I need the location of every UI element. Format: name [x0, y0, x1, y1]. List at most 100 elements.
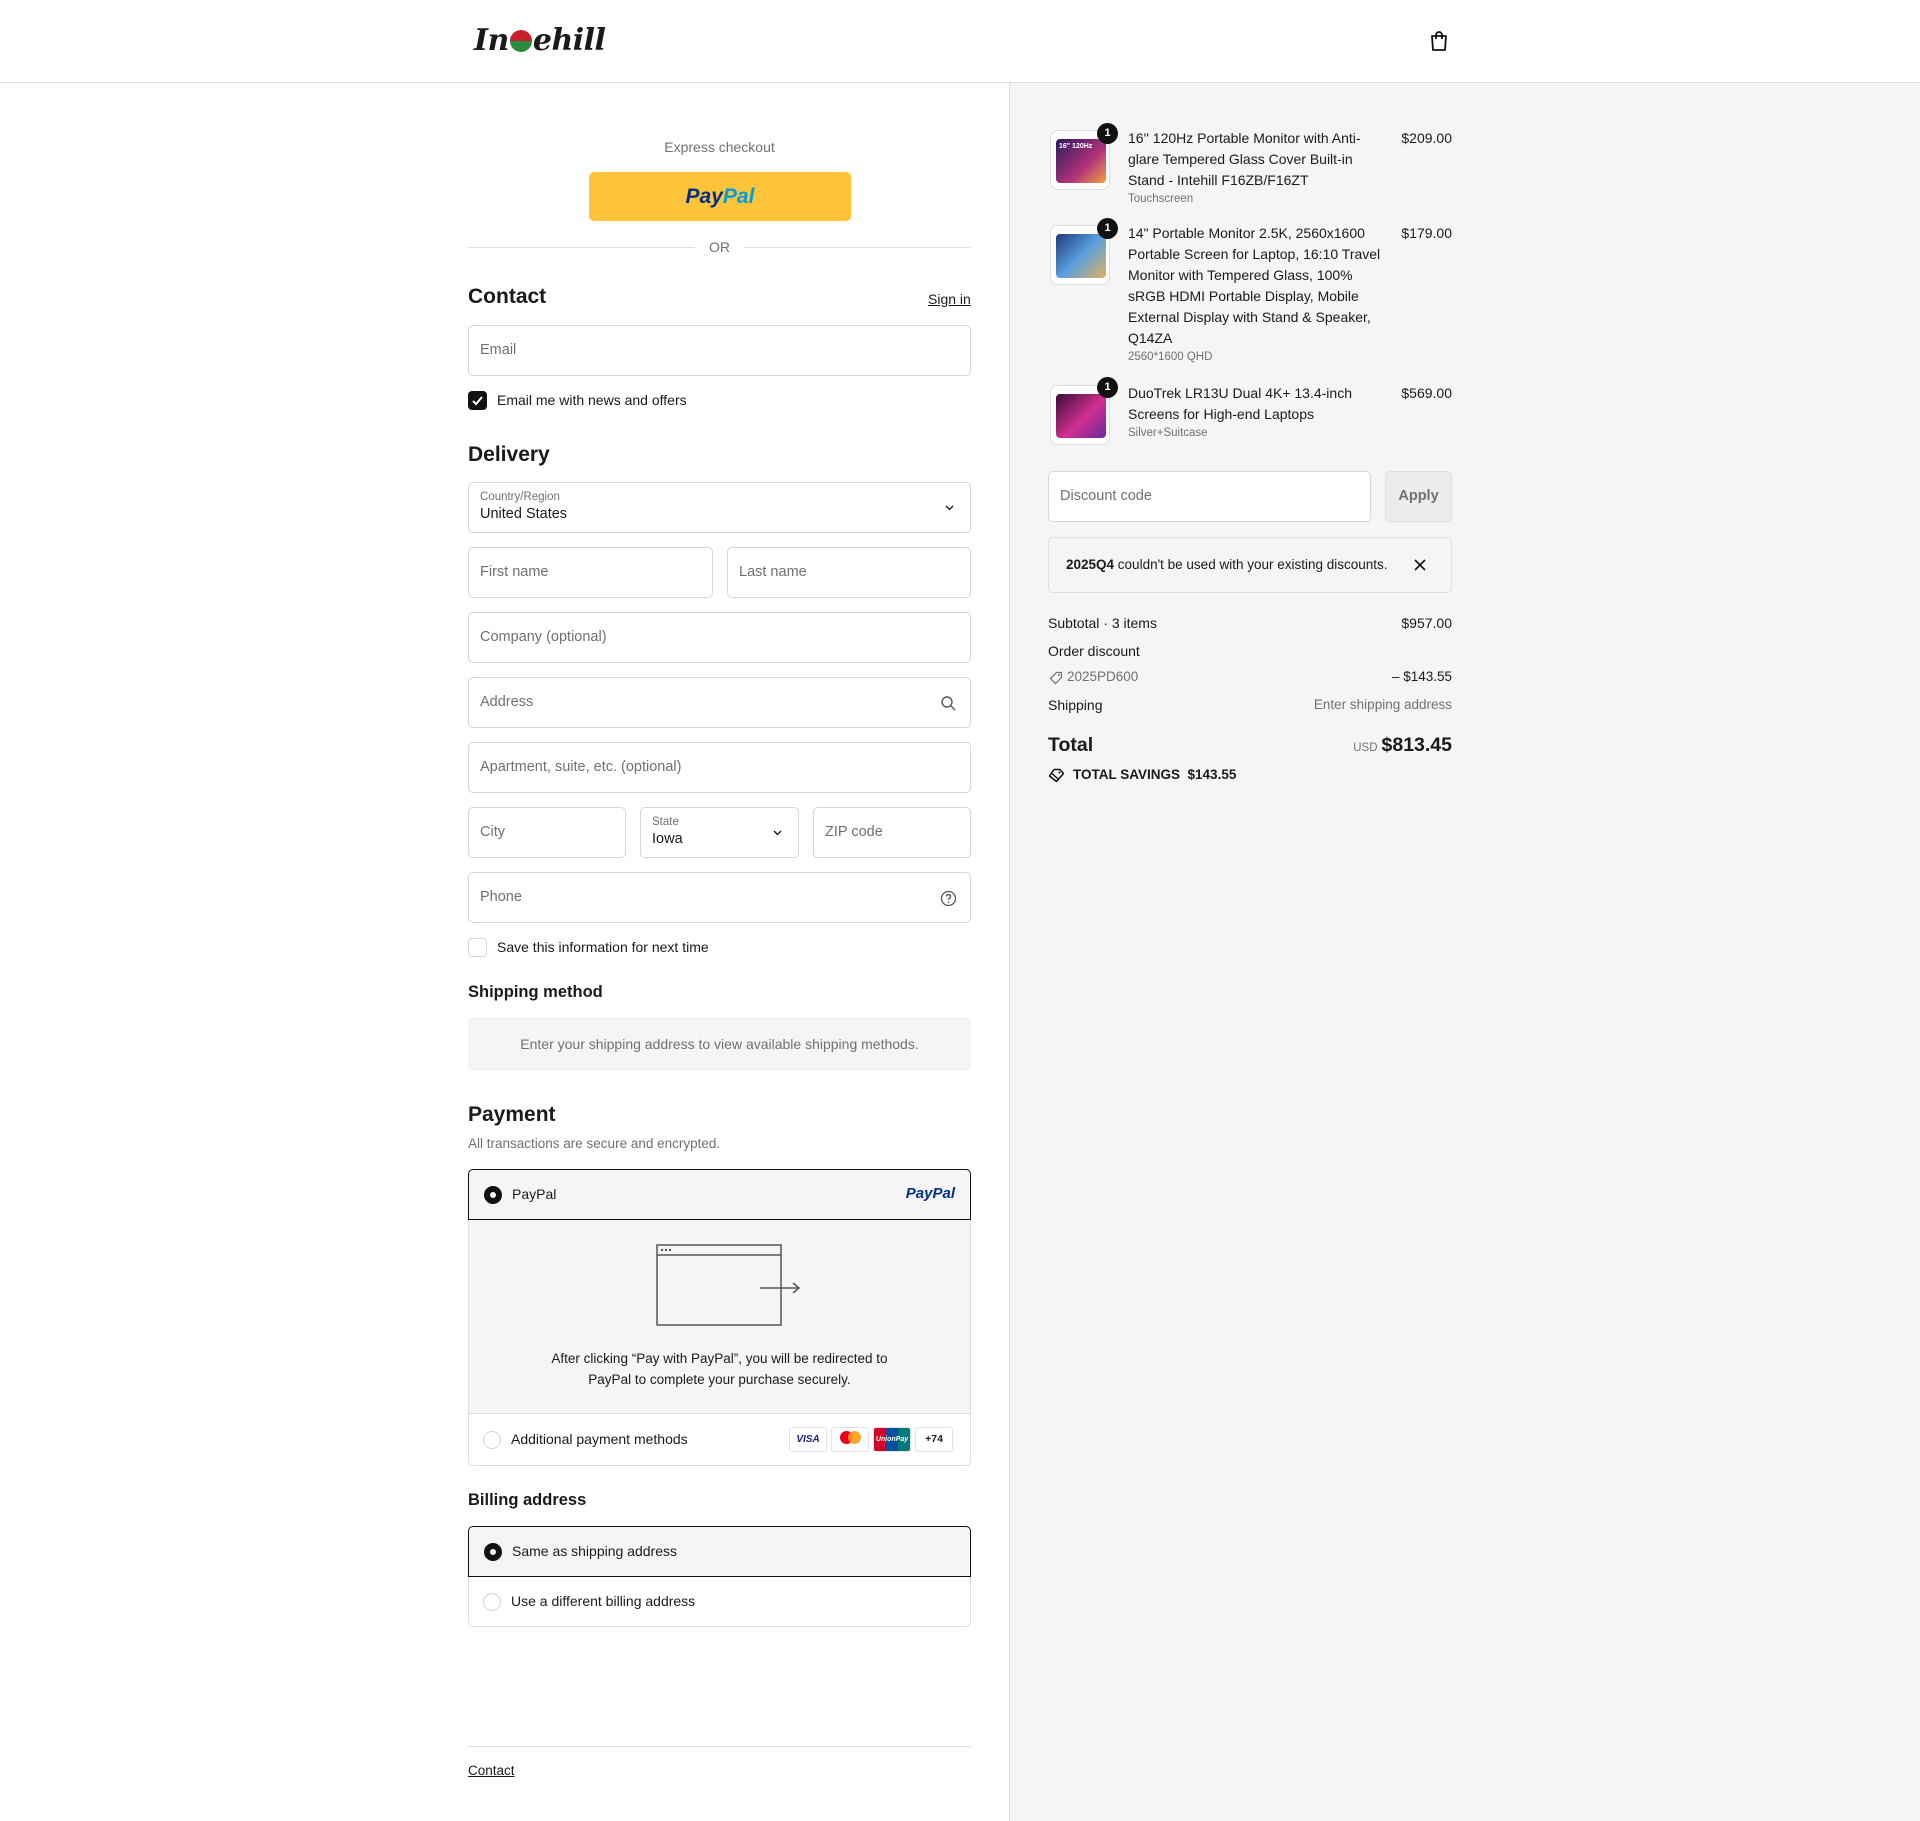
discount-code-field[interactable]: Discount code	[1048, 471, 1371, 522]
divider	[744, 247, 971, 248]
billing-different-label: Use a different billing address	[511, 1593, 696, 1609]
footer-contact-link[interactable]: Contact	[468, 1763, 515, 1778]
currency-label: USD	[1353, 742, 1378, 754]
brand-logo[interactable]: In ehill	[474, 22, 606, 60]
visa-icon: VISA	[789, 1427, 827, 1452]
save-info-checkbox[interactable]	[468, 938, 487, 957]
product-title: 16'' 120Hz Portable Monitor with Anti- g…	[1128, 128, 1378, 191]
state-label: State	[652, 816, 679, 828]
header: In ehill	[0, 0, 1920, 83]
shopping-bag-icon[interactable]	[1429, 30, 1449, 52]
payment-subtitle: All transactions are secure and encrypte…	[468, 1136, 721, 1151]
country-select[interactable]: Country/Region United States	[468, 482, 971, 533]
discount-value: – $143.55	[1391, 669, 1452, 684]
total-value: $813.45	[1381, 734, 1453, 756]
error-message: couldn't be used with your existing disc…	[1114, 557, 1388, 572]
apartment-field[interactable]: Apartment, suite, etc. (optional)	[468, 742, 971, 793]
news-checkbox-label: Email me with news and offers	[497, 392, 687, 408]
country-value: United States	[480, 506, 568, 522]
billing-same-radio[interactable]	[484, 1543, 502, 1561]
additional-payment-radio[interactable]	[483, 1431, 501, 1449]
browser-redirect-icon	[656, 1244, 801, 1326]
company-placeholder: Company (optional)	[480, 629, 607, 645]
shipping-label: Shipping	[1048, 697, 1103, 713]
billing-different-option[interactable]: Use a different billing address	[468, 1577, 971, 1627]
address-placeholder: Address	[480, 694, 534, 710]
state-select[interactable]: State Iowa	[640, 807, 799, 858]
total-label: Total	[1048, 734, 1094, 756]
billing-same-option[interactable]: Same as shipping address	[468, 1526, 971, 1577]
product-title-line: DuoTrek LR13U Dual 4K+ 13.4-inch	[1128, 385, 1352, 401]
product-title-line: Stand - Intehill F16ZB/F16ZT	[1128, 172, 1309, 188]
quantity-badge: 1	[1097, 218, 1118, 239]
delivery-heading: Delivery	[468, 443, 550, 466]
product-variant: 2560*1600 QHD	[1128, 351, 1213, 363]
city-placeholder: City	[480, 824, 505, 840]
product-variant: Touchscreen	[1128, 193, 1194, 205]
state-value: Iowa	[652, 831, 683, 847]
thumbnail-text: 16" 120Hz	[1059, 143, 1093, 150]
product-title-line: Portable Screen for Laptop, 16:10 Travel	[1128, 246, 1381, 262]
last-name-placeholder: Last name	[739, 564, 807, 580]
paypal-option-label: PayPal	[512, 1186, 557, 1202]
billing-same-label: Same as shipping address	[512, 1543, 677, 1559]
last-name-field[interactable]: Last name	[727, 547, 971, 598]
savings-label: TOTAL SAVINGS	[1073, 767, 1181, 782]
redirect-text-line: After clicking “Pay with PayPal”, you wi…	[551, 1351, 888, 1366]
shipping-value: Enter shipping address	[1313, 697, 1452, 712]
contact-heading: Contact	[468, 285, 547, 308]
zip-field[interactable]: ZIP code	[813, 807, 971, 858]
city-field[interactable]: City	[468, 807, 626, 858]
product-title-line: Monitor with Tempered Glass, 100%	[1128, 267, 1353, 283]
chevron-down-icon	[945, 505, 954, 511]
subtotal-label: Subtotal · 3 items	[1048, 615, 1157, 631]
product-title-line: External Display with Stand & Speaker,	[1128, 309, 1371, 325]
savings-value: $143.55	[1187, 767, 1237, 782]
order-discount-label: Order discount	[1048, 643, 1140, 659]
product-title-line: glare Tempered Glass Cover Built-in	[1128, 151, 1353, 167]
discount-error-banner: 2025Q4 couldn't be used with your existi…	[1048, 537, 1452, 593]
email-field[interactable]: Email	[468, 325, 971, 376]
country-label: Country/Region	[480, 491, 560, 503]
mastercard-icon	[831, 1427, 869, 1452]
discount-code-placeholder: Discount code	[1060, 488, 1152, 504]
product-title-line: Screens for High-end Laptops	[1128, 406, 1314, 422]
product-title-line: 16'' 120Hz Portable Monitor with Anti-	[1128, 130, 1361, 146]
phone-placeholder: Phone	[480, 889, 522, 905]
apply-discount-button[interactable]: Apply	[1385, 471, 1452, 522]
product-price: $179.00	[1401, 225, 1452, 241]
more-methods-badge: +74	[915, 1427, 953, 1452]
news-checkbox[interactable]	[468, 391, 487, 410]
close-icon[interactable]	[1414, 559, 1426, 571]
paypal-option[interactable]: PayPal PayPal	[468, 1169, 971, 1220]
phone-field[interactable]: Phone	[468, 872, 971, 923]
first-name-field[interactable]: First name	[468, 547, 713, 598]
savings-tag-icon	[1048, 768, 1065, 783]
save-info-label: Save this information for next time	[497, 939, 709, 955]
redirect-text: After clicking “Pay with PayPal”, you wi…	[469, 1348, 970, 1390]
paypal-radio[interactable]	[484, 1186, 502, 1204]
sign-in-link[interactable]: Sign in	[928, 291, 971, 307]
company-field[interactable]: Company (optional)	[468, 612, 971, 663]
redirect-text-line: PayPal to complete your purchase securel…	[588, 1372, 851, 1387]
address-field[interactable]: Address	[468, 677, 971, 728]
or-separator: OR	[709, 239, 730, 255]
product-title-line: 14" Portable Monitor 2.5K, 2560x1600	[1128, 225, 1365, 241]
paypal-express-button[interactable]: PayPal	[589, 172, 851, 221]
paypal-logo: PayPal	[905, 1185, 955, 1202]
quantity-badge: 1	[1097, 377, 1118, 398]
product-title: 14" Portable Monitor 2.5K, 2560x1600 Por…	[1128, 223, 1388, 349]
error-discount-code: 2025Q4	[1066, 557, 1115, 572]
divider	[468, 247, 695, 248]
quantity-badge: 1	[1097, 123, 1118, 144]
help-icon[interactable]	[940, 890, 957, 907]
additional-payment-label: Additional payment methods	[511, 1431, 688, 1447]
additional-payment-option[interactable]: Additional payment methods VISA UnionPay…	[469, 1415, 970, 1465]
logo-mark-icon	[509, 30, 532, 52]
product-variant: Silver+Suitcase	[1128, 427, 1208, 439]
billing-different-radio[interactable]	[483, 1593, 501, 1611]
express-checkout-label: Express checkout	[664, 139, 775, 155]
subtotal-value: $957.00	[1401, 615, 1452, 631]
shipping-method-heading: Shipping method	[468, 983, 603, 1001]
email-placeholder: Email	[480, 342, 517, 358]
